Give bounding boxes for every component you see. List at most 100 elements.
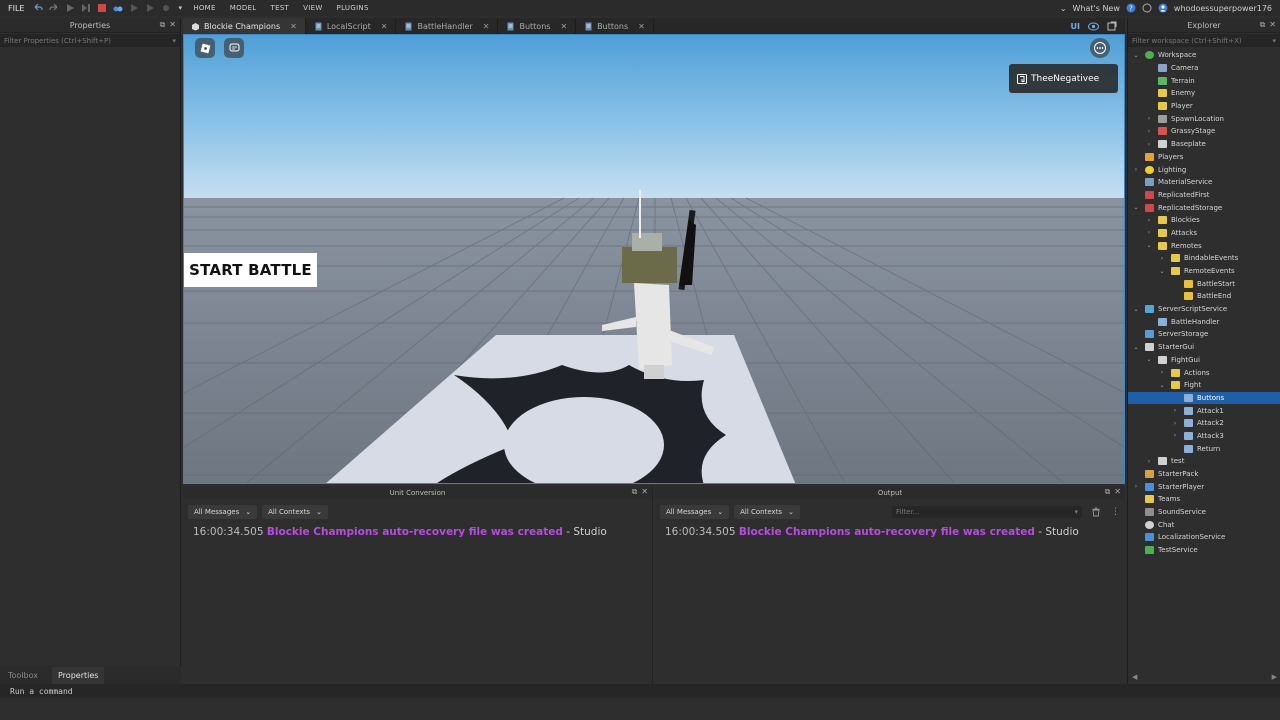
chevron-down-icon[interactable]: ▾ [178, 4, 182, 12]
explorer-item[interactable]: SoundService [1128, 506, 1280, 519]
explorer-item[interactable]: BattleEnd [1128, 290, 1280, 303]
output-filter-input[interactable]: Filter... ▾ [892, 505, 1082, 518]
chevron-down-icon[interactable]: ⌄ [1132, 306, 1140, 313]
stop-icon[interactable] [97, 3, 107, 13]
messages-dropdown[interactable]: All Messages ⌄ [660, 504, 730, 519]
roblox-menu-button[interactable] [195, 38, 215, 58]
collapse-ribbon-icon[interactable]: ⌄ [1060, 4, 1067, 13]
menu-model[interactable]: MODEL [230, 4, 257, 12]
explorer-item[interactable]: ⌄ Remotes [1128, 239, 1280, 252]
play-icon[interactable] [65, 3, 75, 13]
chevron-right-icon[interactable]: › [1158, 255, 1166, 262]
explorer-item[interactable]: Buttons [1128, 391, 1280, 405]
undo-icon[interactable] [33, 3, 44, 13]
chevron-down-icon[interactable]: ⌄ [1158, 268, 1166, 275]
explorer-item[interactable]: › Attack3 [1128, 430, 1280, 443]
chevron-right-icon[interactable]: › [1145, 141, 1153, 148]
undock-icon[interactable]: ⧉ [1260, 20, 1266, 30]
log-line[interactable]: 16:00:34.505 Blockie Champions auto-reco… [183, 520, 652, 544]
chevron-right-icon[interactable]: › [1145, 217, 1153, 224]
chevron-right-icon[interactable]: › [1145, 229, 1153, 236]
redo-icon[interactable] [49, 3, 59, 13]
chevron-down-icon[interactable]: ⌄ [1158, 382, 1166, 389]
explorer-item[interactable]: ⌄ Fight [1128, 379, 1280, 392]
avatar[interactable] [1158, 3, 1168, 13]
chevron-right-icon[interactable]: › [1132, 166, 1140, 173]
tab-script[interactable]: BattleHandler ✕ [396, 18, 499, 34]
explorer-item[interactable]: › test [1128, 455, 1280, 468]
explorer-item[interactable]: ⌄ ReplicatedStorage [1128, 201, 1280, 214]
chevron-right-icon[interactable]: › [1171, 407, 1179, 414]
3d-viewport[interactable]: TheeNegativee START BATTLE [183, 34, 1125, 484]
undock-icon[interactable]: ⧉ [632, 487, 638, 497]
file-menu[interactable]: FILE [0, 4, 30, 13]
tab-place[interactable]: Blockie Champions ✕ [183, 18, 306, 34]
explorer-item[interactable]: Players [1128, 151, 1280, 164]
explorer-item[interactable]: StarterPack [1128, 468, 1280, 481]
explorer-item[interactable]: › Attack2 [1128, 417, 1280, 430]
close-icon[interactable]: ✕ [483, 22, 490, 31]
explorer-item[interactable]: TestService [1128, 544, 1280, 557]
log-line[interactable]: 16:00:34.505 Blockie Champions auto-reco… [655, 520, 1125, 544]
help-icon[interactable]: ? [1126, 3, 1136, 13]
explorer-item[interactable]: BattleStart [1128, 277, 1280, 290]
filter-properties-input[interactable]: Filter Properties (Ctrl+Shift+P) ▾ [0, 34, 180, 47]
filter-workspace-input[interactable]: Filter workspace (Ctrl+Shift+X) ▾ [1128, 34, 1280, 47]
explorer-item[interactable]: MaterialService [1128, 176, 1280, 189]
chevron-right-icon[interactable]: › [1132, 483, 1140, 490]
chevron-down-icon[interactable]: ▾ [1272, 37, 1276, 45]
player-list-entry[interactable]: TheeNegativee [1009, 64, 1118, 93]
close-icon[interactable]: ✕ [641, 487, 648, 497]
explorer-item[interactable]: › Attacks [1128, 227, 1280, 240]
explorer-item[interactable]: › Lighting [1128, 163, 1280, 176]
explorer-item[interactable]: ReplicatedFirst [1128, 189, 1280, 202]
chevron-right-icon[interactable]: › [1145, 115, 1153, 122]
trash-icon[interactable] [1091, 507, 1101, 517]
tab-properties[interactable]: Properties [52, 666, 105, 684]
explorer-item[interactable]: ⌄ FightGui [1128, 354, 1280, 367]
chevron-down-icon[interactable]: ⌄ [1132, 204, 1140, 211]
explorer-item[interactable]: ⌄ RemoteEvents [1128, 265, 1280, 278]
chevron-right-icon[interactable]: › [1158, 369, 1166, 376]
expand-icon[interactable] [1107, 21, 1117, 31]
explorer-item[interactable]: Camera [1128, 62, 1280, 75]
ui-visibility-label[interactable]: UI [1071, 22, 1080, 31]
contexts-dropdown[interactable]: All Contexts ⌄ [262, 504, 328, 519]
explorer-item[interactable]: ServerStorage [1128, 328, 1280, 341]
username-label[interactable]: whodoessuperpower176 [1174, 4, 1272, 13]
chevron-down-icon[interactable]: ⌄ [1145, 356, 1153, 363]
close-icon[interactable]: ✕ [381, 22, 388, 31]
explorer-item[interactable]: Return [1128, 442, 1280, 455]
explorer-item[interactable]: › Attack1 [1128, 404, 1280, 417]
more-options-button[interactable] [1090, 38, 1110, 58]
chevron-down-icon[interactable]: ⌄ [1132, 344, 1140, 351]
close-icon[interactable]: ✕ [290, 22, 297, 31]
explorer-item[interactable]: Terrain [1128, 74, 1280, 87]
tab-script[interactable]: Buttons ✕ [576, 18, 654, 34]
explorer-item[interactable]: › SpawnLocation [1128, 112, 1280, 125]
chevron-down-icon[interactable]: ▾ [172, 37, 176, 45]
scroll-left-icon[interactable]: ◀ [1132, 673, 1137, 681]
explorer-item[interactable]: › GrassyStage [1128, 125, 1280, 138]
explorer-item[interactable]: Enemy [1128, 87, 1280, 100]
chevron-down-icon[interactable]: ▾ [1074, 508, 1078, 516]
explorer-item[interactable]: Player [1128, 100, 1280, 113]
play-here-icon[interactable] [129, 3, 139, 13]
explorer-item[interactable]: ⌄ Workspace [1128, 49, 1280, 62]
menu-view[interactable]: VIEW [303, 4, 322, 12]
chevron-right-icon[interactable]: › [1145, 128, 1153, 135]
explorer-item[interactable]: ⌄ StarterGui [1128, 341, 1280, 354]
horizontal-scrollbar[interactable]: ◀ ▶ [1128, 672, 1280, 682]
tab-script[interactable]: Buttons ✕ [498, 18, 577, 34]
explorer-item[interactable]: › StarterPlayer [1128, 480, 1280, 493]
share-icon[interactable] [1142, 3, 1152, 13]
menu-plugins[interactable]: PLUGINS [337, 4, 369, 12]
step-icon[interactable] [81, 3, 91, 13]
tab-script[interactable]: LocalScript ✕ [306, 18, 397, 34]
scene-render[interactable] [184, 35, 1125, 484]
more-vertical-icon[interactable]: ⋮ [1106, 507, 1125, 517]
explorer-item[interactable]: › Baseplate [1128, 138, 1280, 151]
whats-new-link[interactable]: What's New [1073, 4, 1120, 13]
close-icon[interactable]: ✕ [560, 22, 567, 31]
chevron-down-icon[interactable]: ⌄ [1132, 52, 1140, 59]
